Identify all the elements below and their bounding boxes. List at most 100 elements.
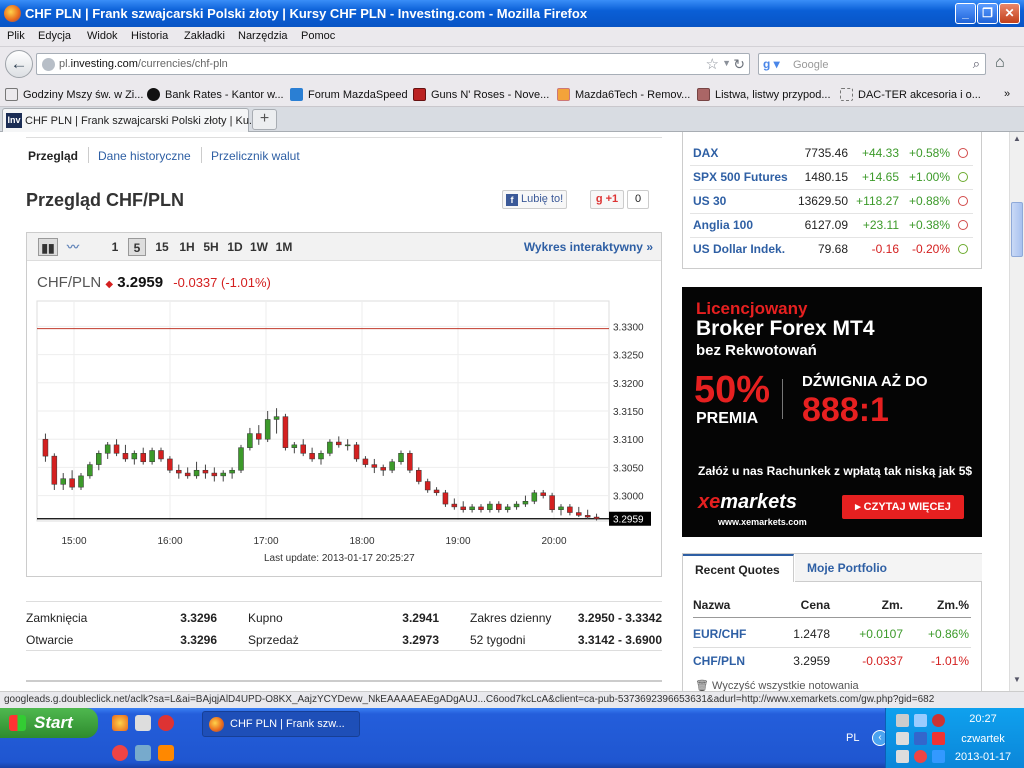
interval-1m[interactable]: 1M [274, 238, 294, 256]
tab-recent-quotes[interactable]: Recent Quotes [683, 554, 794, 582]
interval-5h[interactable]: 5H [202, 238, 220, 256]
menu-file[interactable]: Plik [7, 30, 25, 42]
quote-name[interactable]: EUR/CHF [693, 627, 746, 641]
index-name[interactable]: US 30 [693, 194, 726, 208]
candlestick-icon[interactable]: ▮▮ [38, 238, 58, 256]
bookmark-item[interactable]: Mazda6Tech - Remov... [557, 88, 690, 101]
minimize-button[interactable]: _ [955, 3, 976, 24]
quote-name[interactable]: CHF/PLN [693, 654, 745, 668]
search-box[interactable]: g ▾ Google ⌕ [758, 53, 986, 75]
home-icon[interactable]: ⌂ [995, 54, 1005, 72]
candle-body [87, 464, 93, 477]
candle-body [78, 475, 84, 488]
menu-history[interactable]: Historia [131, 30, 168, 42]
index-name[interactable]: Anglia 100 [693, 218, 753, 232]
stat-value: 3.2941 [402, 611, 439, 625]
bookmark-item[interactable]: Guns N' Roses - Nove... [413, 88, 549, 101]
tab-portfolio[interactable]: Moje Portfolio [795, 554, 982, 582]
listwa-icon [697, 88, 710, 101]
interval-1w[interactable]: 1W [249, 238, 269, 256]
interval-1d[interactable]: 1D [226, 238, 244, 256]
language-indicator[interactable]: PL [846, 732, 859, 744]
bookmark-item[interactable]: DAC-TER akcesoria i o... [840, 88, 981, 101]
opera-quicklaunch-icon[interactable] [112, 745, 128, 761]
ad-leverage: 888:1 [802, 391, 889, 429]
network-icon[interactable] [896, 714, 909, 727]
security-icon[interactable] [932, 714, 945, 727]
x-tick-label: 18:00 [349, 536, 374, 547]
site-identity-icon[interactable] [42, 58, 55, 71]
media-quicklaunch-icon[interactable] [158, 715, 174, 731]
scroll-up-icon[interactable]: ▲ [1011, 134, 1023, 148]
window-title: CHF PLN | Frank szwajcarski Polski złoty… [25, 6, 588, 21]
bookmark-item[interactable]: Bank Rates - Kantor w... [147, 88, 284, 101]
desktop-quicklaunch-icon[interactable] [135, 745, 151, 761]
interval-1h[interactable]: 1H [178, 238, 196, 256]
xemarkets-ad[interactable]: Licencjowany Broker Forex MT4 bez Rekwot… [682, 287, 982, 537]
index-value: 6127.09 [804, 218, 848, 232]
interval-1[interactable]: 1 [109, 238, 121, 256]
clear-quotes-link[interactable]: 🗑 Wyczyść wszystkie notowania [695, 679, 859, 691]
usb-icon[interactable] [896, 732, 909, 745]
back-button[interactable]: ← [5, 50, 33, 78]
candle-body [300, 444, 306, 454]
firefox-quicklaunch-icon[interactable] [112, 715, 128, 731]
menu-tools[interactable]: Narzędzia [238, 30, 288, 42]
antivirus-icon[interactable] [932, 732, 945, 745]
index-name[interactable]: DAX [693, 146, 718, 160]
address-bar[interactable]: pl.investing.com/currencies/chf-pln ☆ ▼ … [36, 53, 750, 75]
new-tab-button[interactable]: + [252, 109, 277, 130]
interactive-chart-link[interactable]: Wykres interaktywny » [524, 240, 653, 254]
bluetooth-icon[interactable] [932, 750, 945, 763]
history-dropdown-icon[interactable]: ▼ [722, 58, 731, 68]
subnav-history[interactable]: Dane historyczne [98, 149, 191, 163]
price-chart[interactable]: 15:00 16:00 17:00 18:00 19:00 20:00 3.3300 3.32… [27, 293, 661, 553]
menu-help[interactable]: Pomoc [301, 30, 335, 42]
maximize-button[interactable]: ❐ [977, 3, 998, 24]
taskbar-firefox-window[interactable]: CHF PLN | Frank szw... [202, 711, 360, 737]
volume-icon[interactable] [896, 750, 909, 763]
app-quicklaunch-icon[interactable] [158, 745, 174, 761]
close-button[interactable]: ✕ [999, 3, 1020, 24]
interval-5[interactable]: 5 [128, 238, 146, 256]
index-name[interactable]: SPX 500 Futures [693, 170, 788, 184]
divider [690, 189, 973, 190]
reload-icon[interactable]: ↻ [733, 56, 745, 73]
scroll-thumb[interactable] [1011, 202, 1023, 257]
tab-chf-pln[interactable]: Inv CHF PLN | Frank szwajcarski Polski z… [2, 108, 258, 132]
bookmark-item[interactable]: Listwa, listwy przypod... [697, 88, 831, 101]
search-icon[interactable]: ⌕ [973, 56, 980, 72]
line-chart-icon[interactable]: 〰 [63, 238, 83, 256]
ad-read-more-button[interactable]: ▸ CZYTAJ WIĘCEJ [842, 495, 964, 519]
interval-15[interactable]: 15 [153, 238, 171, 256]
subnav-converter[interactable]: Przelicznik walut [211, 149, 300, 163]
google-plus-button[interactable]: g +1 [590, 190, 624, 209]
investing-favicon: Inv [6, 113, 22, 128]
google-engine-icon[interactable]: g ▾ [763, 57, 780, 71]
messenger-icon[interactable] [914, 714, 927, 727]
start-button[interactable]: Start [0, 708, 98, 738]
menu-edit[interactable]: Edycja [38, 30, 71, 42]
menu-bookmarks[interactable]: Zakładki [184, 30, 225, 42]
document-quicklaunch-icon[interactable] [135, 715, 151, 731]
bookmark-item[interactable]: Forum MazdaSpeed [290, 88, 408, 101]
bookmark-item[interactable]: Godziny Mszy św. w Zi... [5, 88, 143, 101]
scroll-down-icon[interactable]: ▼ [1011, 675, 1023, 689]
drive-icon[interactable] [914, 732, 927, 745]
vertical-scrollbar[interactable]: ▲ ▼ [1009, 132, 1024, 691]
divider [26, 650, 662, 651]
clock-time[interactable]: 20:27 [948, 713, 1018, 725]
window-title-bar: CHF PLN | Frank szwajcarski Polski złoty… [0, 0, 1024, 27]
index-name[interactable]: US Dollar Indek. [693, 242, 785, 256]
menu-view[interactable]: Widok [87, 30, 118, 42]
alert-icon[interactable] [914, 750, 927, 763]
candle-body [344, 444, 351, 447]
subnav-overview[interactable]: Przegląd [28, 149, 78, 163]
facebook-like-button[interactable]: f Lubię to! [502, 190, 567, 209]
bookmarks-overflow-icon[interactable]: » [1004, 88, 1010, 100]
index-value: 13629.50 [797, 194, 848, 208]
xemarkets-logo: xemarkets [698, 491, 797, 513]
candle-body [273, 416, 280, 420]
bookmark-star-icon[interactable]: ☆ [706, 55, 719, 73]
index-percent: +0.88% [908, 194, 950, 208]
